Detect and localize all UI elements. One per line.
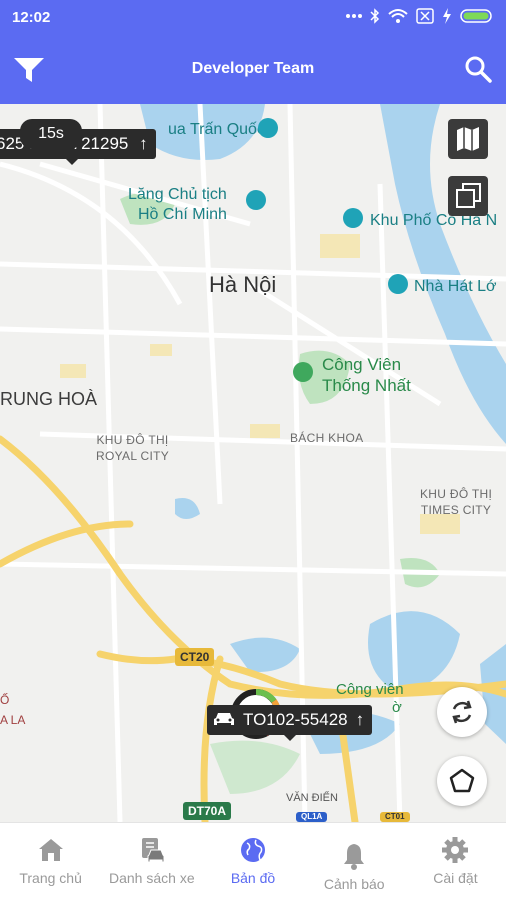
road-tag-ct20: CT20 [175, 648, 215, 666]
place-pin-icon [343, 208, 363, 228]
map-label-lang-1: Lăng Chủ tịch [128, 186, 227, 203]
map-label-times-city-1: KHU ĐÔ THỊ [420, 487, 493, 501]
car-icon [214, 713, 234, 725]
place-pin-icon [258, 118, 278, 138]
place-pin-icon [246, 190, 266, 210]
heading-arrow-icon: ↑ [139, 134, 148, 153]
vehicle-label[interactable]: TO102-55428 ↑ [207, 705, 373, 741]
map-label-royal-city-2: ROYAL CITY [96, 449, 170, 463]
nav-label-alerts: Cảnh báo [323, 876, 385, 892]
battery-icon [460, 9, 492, 23]
park-pin-icon [293, 362, 313, 382]
road-tag-dt70a: DT70A [183, 802, 232, 820]
wifi-icon [388, 9, 408, 23]
status-icons [346, 8, 494, 24]
map-label-royal-city-1: KHU ĐÔ THỊ [96, 433, 169, 447]
map-label-cong-vien-1: Công Viên [322, 355, 402, 374]
nav-item-alerts[interactable]: Cảnh báo [304, 823, 405, 900]
nav-item-vehicle-list[interactable]: Danh sách xe [101, 823, 202, 900]
charging-icon [443, 8, 451, 24]
map-label-cong-vien-bottom-1: Công viên [336, 681, 404, 698]
refresh-button[interactable] [437, 687, 487, 737]
pentagon-icon [449, 768, 475, 793]
nav-item-home[interactable]: Trang chủ [0, 823, 101, 900]
bell-icon [344, 844, 365, 870]
map-label-ba-la: Ố A LA [0, 690, 25, 730]
map-label-ha-noi: Hà Nội [209, 272, 277, 297]
map-type-button[interactable] [448, 119, 488, 159]
draw-area-button[interactable] [437, 756, 487, 806]
search-icon[interactable] [464, 55, 492, 83]
map-label-van-dien: VĂN ĐIỂN [286, 792, 338, 804]
bottom-nav: Trang chủ Danh sách xe Bản đồ Cảnh báo C… [0, 822, 506, 900]
map-label-trung-hoa: RUNG HOÀ [0, 389, 98, 409]
nav-label-map: Bản đồ [230, 870, 276, 886]
nav-item-settings[interactable]: Cài đặt [405, 823, 506, 900]
map-label-times-city: KHU ĐÔ THỊ TIMES CITY [420, 486, 492, 518]
status-time: 12:02 [12, 9, 51, 26]
no-sim-icon [416, 8, 434, 24]
nav-item-map[interactable]: Bản đồ [202, 823, 303, 900]
map-label-bach-khoa: BÁCH KHOA [290, 431, 364, 445]
time-badge: 15s [20, 119, 82, 149]
home-icon [38, 839, 63, 861]
nav-label-home: Trang chủ [19, 870, 82, 886]
map-label-times-city-2: TIMES CITY [420, 503, 492, 517]
map-label-lang-2: Hồ Chí Minh [138, 206, 227, 223]
map-label-ba-la-2: A LA [0, 713, 26, 727]
refresh-icon [452, 700, 472, 724]
map-label-ba-la-1: Ố [0, 693, 10, 707]
layers-copy-icon [456, 183, 481, 208]
map-icon [457, 127, 479, 151]
map-label-cong-vien: Công Viên Thống Nhất [322, 354, 411, 396]
globe-icon [241, 838, 265, 862]
road-tag-ql1a: QL1A [296, 812, 328, 822]
map-label-nha-hat: Nhà Hát Lớ [414, 278, 497, 295]
vehicle-plate: TO102-55428 [243, 710, 348, 729]
app-bar: Developer Team [0, 34, 506, 104]
nav-label-settings: Cài đặt [433, 870, 478, 886]
more-dots-icon [346, 14, 362, 18]
map-label-cong-vien-2: Thống Nhất [322, 376, 411, 395]
map-layers-button[interactable] [448, 176, 488, 216]
map-label-royal-city: KHU ĐÔ THỊ ROYAL CITY [96, 432, 169, 464]
road-tag-ct01: CT01 [380, 812, 410, 822]
place-pin-icon [388, 274, 408, 294]
vehicle-list-icon [141, 838, 165, 863]
heading-arrow-icon: ↑ [355, 710, 365, 729]
map-view[interactable]: ua Trấn Quốc Lăng Chủ tịch Hồ Chí Minh K… [0, 104, 506, 822]
map-label-tran-quoc: ua Trấn Quốc [168, 121, 265, 138]
nav-label-vehicle-list: Danh sách xe [109, 870, 195, 886]
bluetooth-icon [370, 8, 380, 24]
status-bar: 12:02 [0, 0, 506, 34]
page-title: Developer Team [191, 60, 315, 77]
gear-icon [442, 837, 469, 863]
